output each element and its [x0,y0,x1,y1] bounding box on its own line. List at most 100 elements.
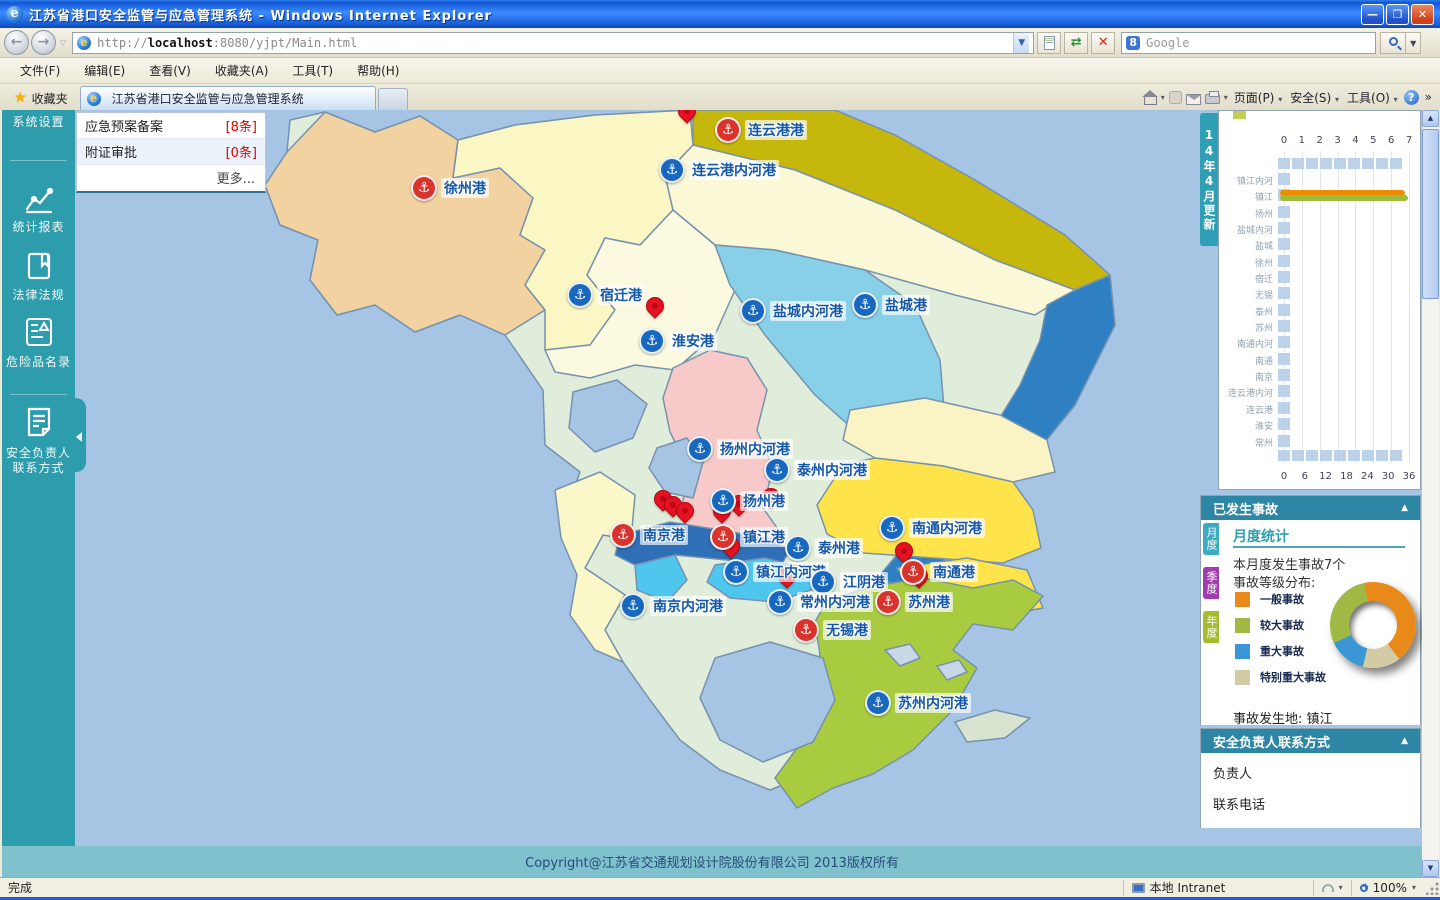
chart-row-南京: 南京 [1219,367,1422,383]
category-label: 淮安 [1219,419,1273,432]
favorites-button[interactable]: ★ 收藏夹 [6,87,76,109]
scroll-down-button[interactable]: ▼ [1422,860,1439,877]
chart-row-镇江: 镇江 [1219,187,1422,203]
period-tabs: 月度季度年度 [1203,523,1219,655]
stop-button[interactable]: ✕ [1091,32,1115,54]
chart-row-苏州: 苏州 [1219,318,1422,334]
period-tab-月度[interactable]: 月度 [1203,523,1219,555]
collapse-arrow-icon[interactable] [76,432,82,442]
section-title: 月度统计 [1233,526,1289,546]
minimize-button[interactable]: — [1361,4,1384,25]
category-label: 盐城 [1219,239,1273,252]
hazard-list-icon[interactable] [23,316,55,351]
close-button[interactable]: ✕ [1411,4,1434,25]
browser-window: e 江苏省港口安全监管与应急管理系统 - Windows Internet Ex… [0,0,1440,900]
collapse-icon[interactable]: ▲ [1401,736,1408,746]
quick-row-emergency-plan[interactable]: 应急预案备案 [8条] [77,113,265,139]
navigation-bar: ← → ▽ e http://localhost:8080/yjpt/Main.… [0,28,1440,58]
vertical-scrollbar[interactable]: ▲ ▼ [1422,110,1439,877]
menu-item-2[interactable]: 查看(V) [137,59,203,82]
port-label: 连云港内河港 [689,160,779,180]
accident-panel-body: 月度季度年度 月度统计 本月度发生事故7个 事故等级分布: 一般事故较大事故重大… [1201,520,1420,725]
scroll-up-button[interactable]: ▲ [1422,110,1439,127]
history-dropdown-icon[interactable]: ▽ [60,38,66,47]
refresh-button[interactable]: ⇄ [1064,32,1088,54]
accident-summary-panel: 已发生事故 ▲ 月度季度年度 月度统计 本月度发生事故7个 事故等级分布: 一般… [1200,495,1421,725]
phishing-filter-pane[interactable]: ▾ [1313,880,1351,896]
anchor-icon: ⚓ [710,488,736,514]
sidebar-item-laws[interactable]: 法律法规 [2,286,75,303]
commandbar-item-1[interactable]: 安全(S) ▾ [1288,89,1341,106]
zoom-control[interactable]: 100% ▾ [1351,880,1424,896]
sidebar-item-safety-contacts[interactable]: 安全负责人 联系方式 [2,446,75,476]
category-label: 无锡 [1219,288,1273,301]
legend-chip [1235,592,1250,607]
sidebar-item-system-settings[interactable]: 系统设置 [2,113,75,130]
sidebar-item-statistics[interactable]: 统计报表 [2,218,75,235]
home-icon[interactable] [1144,96,1157,105]
more-link[interactable]: 更多... [77,165,265,190]
accident-panel-header[interactable]: 已发生事故 ▲ [1201,496,1420,520]
commandbar-overflow[interactable]: » [1423,90,1434,104]
browser-tab[interactable]: e 江苏省港口安全监管与应急管理系统 [80,86,376,110]
restore-button[interactable]: ❐ [1386,4,1409,25]
legend-label: 重大事故 [1260,643,1304,659]
law-book-icon[interactable] [24,250,54,285]
commandbar-item-0[interactable]: 页面(P) ▾ [1232,89,1284,106]
port-label: 泰州港 [815,538,863,558]
search-box[interactable]: 8 Google [1121,32,1376,54]
search-button[interactable] [1380,32,1406,54]
menu-item-1[interactable]: 编辑(E) [72,59,137,82]
url-dropdown-button[interactable]: ▼ [1013,33,1029,53]
axis-tick: 1 [1293,135,1311,146]
help-icon[interactable]: ? [1404,90,1419,105]
back-button[interactable]: ← [4,30,29,55]
category-label: 常州 [1219,436,1273,449]
collapse-icon[interactable]: ▲ [1401,503,1408,513]
menu-item-5[interactable]: 帮助(H) [345,59,411,82]
resize-grip[interactable] [1426,881,1440,895]
page-favicon: e [77,36,91,50]
category-label: 南通 [1219,354,1273,367]
anchor-icon: ⚓ [767,589,793,615]
forward-button[interactable]: → [31,30,56,55]
legend-chip [1235,670,1250,685]
search-options-dropdown[interactable]: ▼ [1406,32,1421,54]
url-text[interactable]: http://localhost:8080/yjpt/Main.html [97,36,357,50]
count-badge: [0条] [226,142,257,161]
menu-item-4[interactable]: 工具(T) [280,59,345,82]
favorites-star-icon: ★ [14,90,27,106]
chart-row-南通: 南通 [1219,351,1422,367]
print-icon[interactable] [1205,94,1220,104]
menu-item-0[interactable]: 文件(F) [8,59,72,82]
chart-row-连云港内河: 连云港内河 [1219,383,1422,399]
commandbar-item-2[interactable]: 工具(O) ▾ [1345,89,1400,106]
intranet-zone-icon [1132,883,1145,893]
quick-row-cert-approval[interactable]: 附证审批 [0条] [77,139,265,165]
period-tab-季度[interactable]: 季度 [1203,567,1219,599]
axis-tick: 4 [1346,135,1364,146]
legend-label: 一般事故 [1260,591,1304,607]
compatibility-view-button[interactable] [1037,32,1061,54]
phishing-filter-icon [1322,884,1334,892]
period-tab-年度[interactable]: 年度 [1203,611,1219,643]
tab-title: 江苏省港口安全监管与应急管理系统 [112,90,304,107]
stats-chart-icon[interactable] [23,185,55,218]
menu-item-3[interactable]: 收藏夹(A) [203,59,281,82]
axis-tick: 0 [1275,471,1293,482]
mail-icon[interactable] [1186,94,1201,105]
port-label: 泰州内河港 [794,460,870,480]
address-bar[interactable]: e http://localhost:8080/yjpt/Main.html ▼ [72,32,1034,54]
contact-panel-header[interactable]: 安全负责人联系方式 ▲ [1201,729,1420,753]
scroll-thumb[interactable] [1422,129,1439,299]
rss-feed-icon[interactable] [1169,91,1182,104]
sidebar-divider [10,160,67,161]
port-label: 扬州港 [740,491,788,511]
category-label: 盐城内河 [1219,223,1273,236]
category-label: 镇江内河 [1219,174,1273,187]
new-tab-stub[interactable] [378,88,408,110]
sidebar-item-hazmat-catalog[interactable]: 危险品名录 [2,353,75,370]
category-label: 镇江 [1219,190,1273,203]
contact-document-icon[interactable] [23,406,55,441]
page-footer: Copyright@江苏省交通规划设计院股份有限公司 2013版权所有 [2,846,1422,877]
